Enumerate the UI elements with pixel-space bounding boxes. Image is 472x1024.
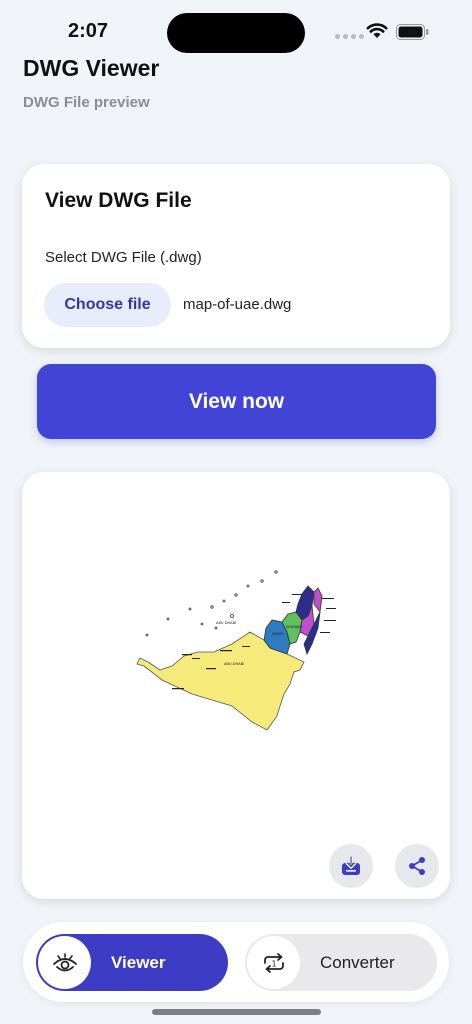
selected-file-name: map-of-uae.dwg xyxy=(183,296,292,313)
repeat-icon: 1 xyxy=(263,952,284,973)
download-icon xyxy=(342,855,360,875)
download-button[interactable] xyxy=(329,844,373,888)
wifi-icon xyxy=(366,23,388,38)
view-now-button[interactable]: View now xyxy=(37,364,436,439)
converter-badge: 1 xyxy=(271,959,276,968)
page-title: DWG Viewer xyxy=(23,55,160,81)
share-icon xyxy=(409,857,425,875)
bottom-nav: Viewer 1 Converter xyxy=(23,922,449,1002)
signal-icon xyxy=(335,34,364,39)
dynamic-island xyxy=(167,13,305,53)
status-bar: 2:07 xyxy=(0,0,472,58)
status-time: 2:07 xyxy=(68,20,109,42)
map-islands xyxy=(145,570,278,637)
upload-card-title: View DWG File xyxy=(45,189,192,212)
page-header: DWG Viewer DWG File preview xyxy=(23,55,159,111)
nav-tab-viewer[interactable]: Viewer xyxy=(36,934,228,991)
nav-tab-converter[interactable]: 1 Converter xyxy=(245,934,437,991)
page-subtitle: DWG File preview xyxy=(23,94,150,111)
map-label: ABU DHABI xyxy=(224,662,244,666)
file-field-label: Select DWG File (.dwg) xyxy=(45,249,202,266)
eye-icon xyxy=(52,952,77,971)
share-button[interactable] xyxy=(395,844,439,888)
viewer-icon-circle xyxy=(38,936,91,989)
map-label: DUBAI xyxy=(272,632,283,636)
nav-converter-label: Converter xyxy=(320,952,395,972)
home-indicator xyxy=(152,1009,321,1015)
converter-icon-circle: 1 xyxy=(247,936,300,989)
dwg-map-preview: ABU DHABI ABU DHABI DUBAI SHARJAH xyxy=(136,570,336,731)
nav-viewer-label: Viewer xyxy=(111,952,166,972)
map-label: ABU DHABI xyxy=(216,621,236,625)
battery-icon xyxy=(396,24,429,40)
map-label: SHARJAH xyxy=(286,625,302,629)
upload-card: View DWG File Select DWG File (.dwg) Cho… xyxy=(22,164,450,348)
choose-file-button[interactable]: Choose file xyxy=(44,283,171,327)
preview-card: ABU DHABI ABU DHABI DUBAI SHARJAH xyxy=(22,472,450,899)
